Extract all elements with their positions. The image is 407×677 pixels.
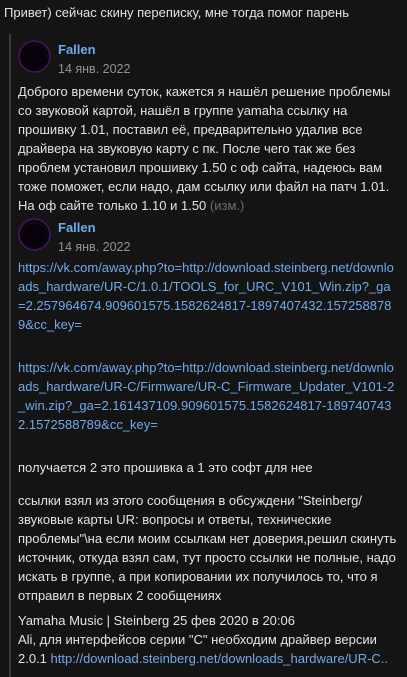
message-text: Доброго времени суток, кажется я нашёл р…: [18, 84, 391, 213]
message-header: Fallen 14 янв. 2022: [18, 40, 398, 80]
download-link-tools[interactable]: https://vk.com/away.php?to=http://downlo…: [18, 260, 394, 332]
intro-message: Привет) сейчас скину переписку, мне тогд…: [4, 5, 349, 20]
author-name[interactable]: Fallen: [58, 40, 96, 59]
quoted-source-body: Ali, для интерфейсов серии "С" необходим…: [18, 630, 398, 668]
message-text: ссылки взял из этого сообщения в обсужде…: [18, 493, 397, 603]
message-date: 14 янв. 2022: [58, 240, 131, 254]
author-name[interactable]: Fallen: [58, 218, 96, 237]
forwarded-quote-bar: [9, 34, 11, 677]
message-body: Доброго времени суток, кажется я нашёл р…: [18, 82, 398, 215]
message-header: Fallen 14 янв. 2022: [18, 218, 398, 258]
quoted-source-header: Yamaha Music | Steinberg 25 фев 2020 в 2…: [18, 613, 295, 628]
message-date: 14 янв. 2022: [58, 62, 131, 76]
avatar[interactable]: [18, 218, 51, 251]
download-link-firmware[interactable]: https://vk.com/away.php?to=http://downlo…: [18, 360, 394, 432]
edited-label: (изм.): [209, 198, 245, 213]
message-text: получается 2 это прошивка а 1 это софт д…: [18, 460, 313, 475]
avatar[interactable]: [18, 40, 51, 73]
quoted-source-link[interactable]: http://download.steinberg.net/downloads_…: [51, 651, 388, 666]
message-link: https://vk.com/away.php?to=http://downlo…: [18, 258, 398, 334]
message-link: https://vk.com/away.php?to=http://downlo…: [18, 358, 398, 434]
